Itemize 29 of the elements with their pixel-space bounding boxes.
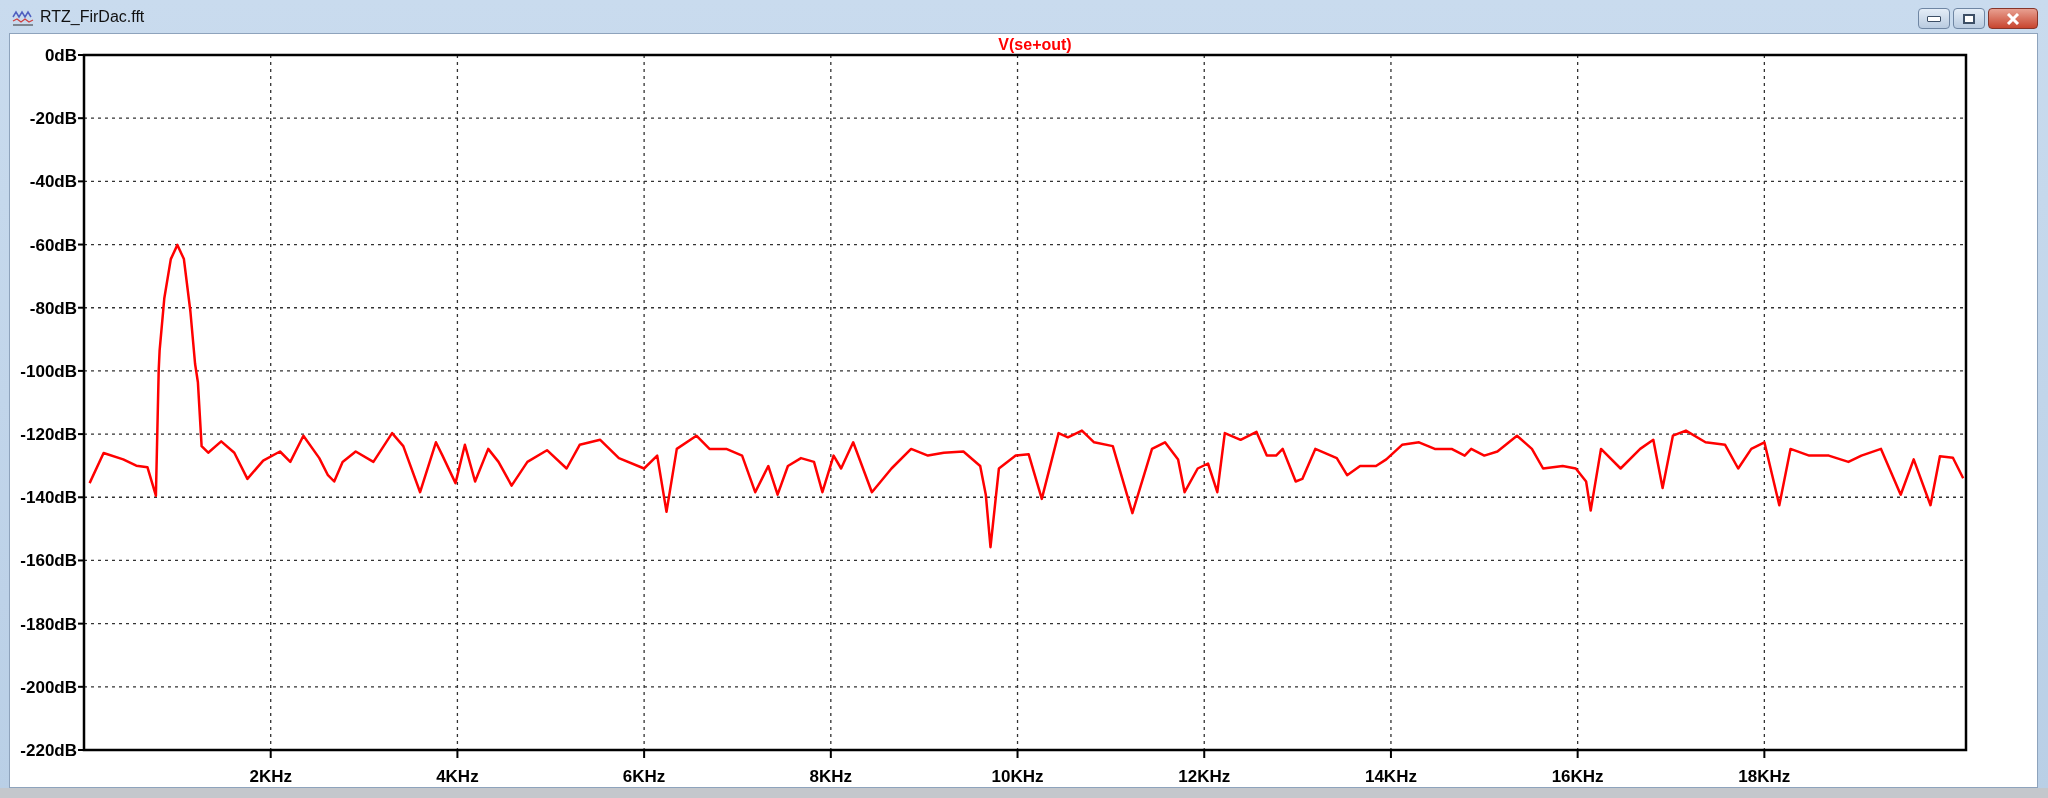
y-axis-label: -40dB [29, 172, 77, 192]
x-axis-label: 14KHz [1364, 767, 1417, 786]
x-axis-label: 2KHz [249, 767, 292, 786]
y-axis-label: -60dB [29, 235, 77, 255]
y-axis-label: -200dB [20, 677, 77, 697]
y-axis-label: -120dB [20, 425, 77, 445]
x-axis-label: 6KHz [622, 767, 666, 786]
window-title: RTZ_FirDac.fft [40, 7, 145, 26]
maximize-icon [1963, 13, 1975, 24]
y-axis-label: -100dB [20, 361, 77, 381]
x-axis-label: 8KHz [809, 767, 853, 786]
maximize-button[interactable] [1953, 8, 1985, 29]
close-icon [2006, 12, 2020, 25]
y-axis-label: -20dB [29, 109, 77, 129]
y-axis-label: 0dB [44, 46, 77, 65]
y-axis-label: -180dB [20, 614, 77, 634]
x-axis-label: 10KHz [991, 767, 1044, 786]
x-axis-label: 18KHz [1738, 767, 1791, 786]
minimize-button[interactable] [1918, 8, 1950, 29]
y-axis-label: -80dB [29, 298, 77, 318]
x-axis-label: 4KHz [436, 767, 479, 786]
x-axis-label: 16KHz [1551, 767, 1604, 786]
y-axis-label: -220dB [20, 741, 77, 760]
close-button[interactable] [1988, 8, 2038, 29]
y-axis-label: -160dB [20, 551, 77, 571]
x-axis-label: 12KHz [1178, 767, 1231, 786]
y-axis-label: -140dB [20, 488, 77, 508]
minimize-icon [1927, 15, 1941, 22]
trace-label: V(se+out) [998, 36, 1072, 53]
